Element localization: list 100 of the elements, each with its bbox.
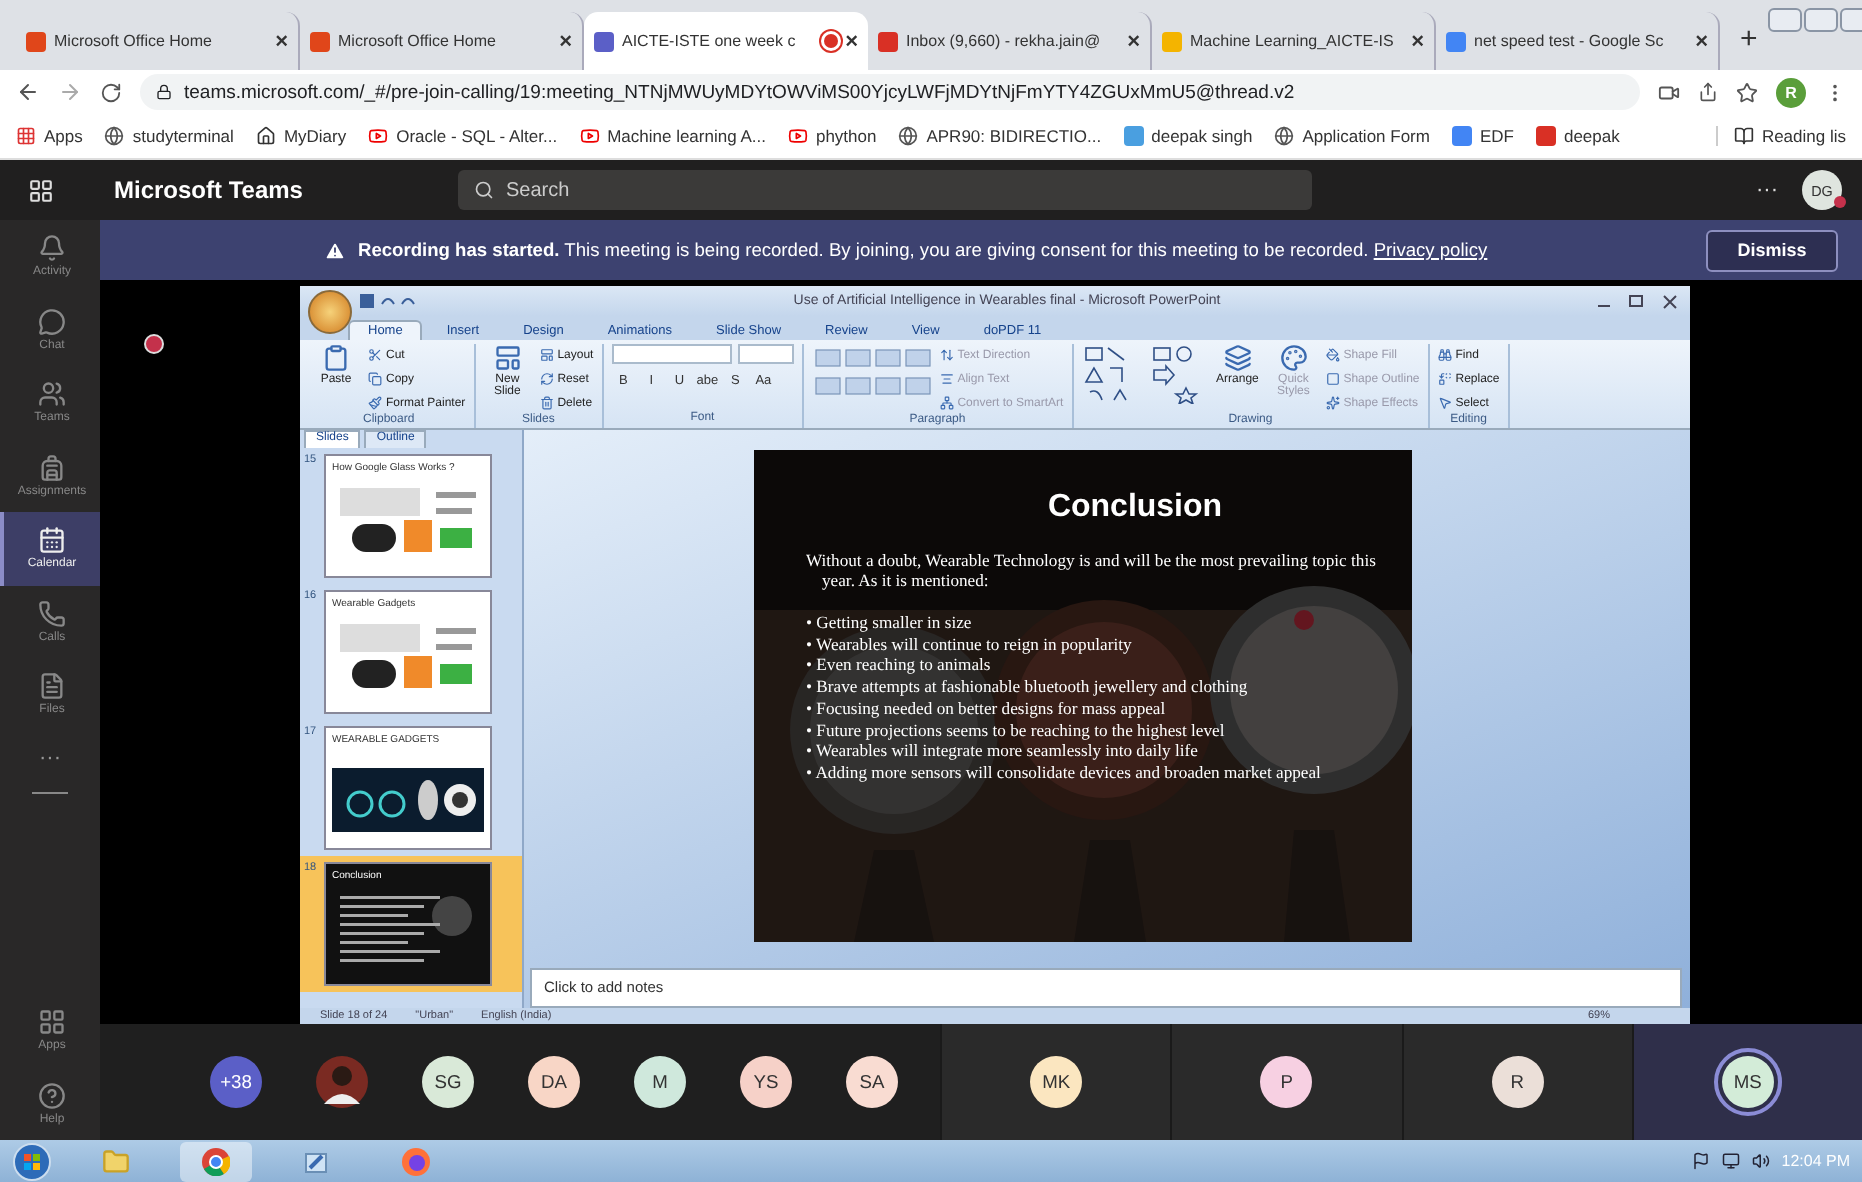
url-text: teams.microsoft.com/_#/pre-join-calling/19:meeting_NTNjMWUyMDYtOWViMS00YjcyLWFjMDYtNjFmYTY4ZGUxMmU5@thread.v2 bbox=[184, 81, 1295, 103]
mail-icon bbox=[878, 31, 898, 51]
participant-avatar: MK bbox=[1030, 1056, 1083, 1108]
clock: 12:04 PM bbox=[1781, 1152, 1850, 1170]
bookmark[interactable]: studyterminal bbox=[104, 126, 234, 146]
privacy-link[interactable]: Privacy policy bbox=[1373, 240, 1488, 260]
bookmark[interactable]: MyDiary bbox=[255, 126, 347, 146]
reload-icon[interactable] bbox=[100, 81, 122, 103]
recording-icon bbox=[823, 34, 838, 48]
brush-icon bbox=[368, 396, 382, 410]
office-icon bbox=[26, 31, 46, 51]
reading-list-button[interactable]: Reading lis bbox=[1715, 126, 1846, 146]
close-icon[interactable]: × bbox=[845, 29, 858, 53]
minimize-icon[interactable] bbox=[1768, 8, 1802, 32]
app-launcher-icon[interactable] bbox=[28, 177, 54, 203]
lock-icon bbox=[156, 84, 172, 100]
camera-icon[interactable] bbox=[1658, 81, 1680, 103]
slide-bullet: • Wearables will continue to reign in popularity bbox=[806, 633, 1134, 655]
font-size-field[interactable] bbox=[737, 344, 794, 364]
volume-icon[interactable] bbox=[1751, 1152, 1770, 1170]
palette-icon bbox=[1279, 344, 1308, 372]
close-icon[interactable]: × bbox=[1411, 29, 1424, 53]
globe-icon bbox=[104, 126, 125, 146]
participant-avatar[interactable]: DA bbox=[528, 1056, 580, 1108]
video-icon bbox=[368, 126, 389, 146]
maximize-icon[interactable] bbox=[1804, 8, 1838, 32]
delete-icon bbox=[539, 396, 554, 410]
participant-avatar: MS bbox=[1721, 1056, 1774, 1108]
book-icon bbox=[1733, 126, 1754, 146]
start-button[interactable] bbox=[12, 1141, 52, 1181]
slide-bullet: • Focusing needed on better designs for mass appeal bbox=[806, 697, 1168, 720]
video-icon bbox=[787, 126, 808, 146]
network-icon[interactable] bbox=[1721, 1152, 1740, 1170]
search-field[interactable]: Search bbox=[458, 170, 1312, 210]
browser-tab[interactable]: AICTE-ISTE one week c × bbox=[584, 12, 868, 70]
share-icon[interactable] bbox=[1698, 82, 1718, 102]
fill-icon bbox=[1325, 348, 1340, 362]
bookmark[interactable]: deepak singh bbox=[1123, 126, 1253, 146]
participant-tile[interactable]: MS bbox=[1631, 1024, 1862, 1140]
close-icon[interactable]: × bbox=[1127, 29, 1140, 53]
firefox-icon bbox=[402, 1147, 430, 1175]
participant-avatar[interactable]: YS bbox=[740, 1056, 792, 1108]
status-dot bbox=[1834, 196, 1846, 208]
globe-icon bbox=[898, 126, 919, 146]
bookmark[interactable]: Machine learning A... bbox=[579, 126, 766, 146]
outline-icon bbox=[1325, 372, 1340, 386]
more-button[interactable]: ··· bbox=[1756, 178, 1778, 202]
slide-bullet: • Even reaching to animals bbox=[806, 654, 993, 677]
slide-bullet: • Getting smaller in size bbox=[806, 611, 974, 634]
layout-icon bbox=[539, 348, 554, 362]
bookmark[interactable]: Application Form bbox=[1274, 126, 1430, 146]
folder-icon bbox=[102, 1147, 130, 1175]
grid-icon bbox=[16, 126, 36, 146]
apps-icon bbox=[38, 1008, 66, 1037]
font-name-field[interactable] bbox=[611, 344, 732, 364]
window-controls-drawing[interactable] bbox=[1594, 293, 1682, 309]
participant-count[interactable]: +38 bbox=[210, 1056, 262, 1108]
forward-icon[interactable] bbox=[58, 80, 82, 104]
diagram-icon bbox=[939, 396, 954, 410]
mail-icon bbox=[1535, 126, 1556, 146]
flag-icon[interactable] bbox=[1691, 1152, 1710, 1170]
effects-icon bbox=[1325, 396, 1340, 410]
google-icon bbox=[1451, 126, 1472, 146]
bookmark[interactable]: APR90: BIDIRECTIO... bbox=[898, 126, 1102, 146]
layers-icon bbox=[1223, 344, 1252, 372]
participant-avatar: P bbox=[1260, 1056, 1313, 1108]
slide-bullet: • Future projections seems to be reaching to the highest level bbox=[806, 719, 1227, 741]
star-icon[interactable] bbox=[1736, 81, 1758, 103]
bookmark[interactable]: EDF bbox=[1451, 126, 1514, 146]
bookmark[interactable]: Oracle - SQL - Alter... bbox=[368, 126, 558, 146]
warning-icon bbox=[324, 239, 346, 261]
bookmark[interactable]: Apps bbox=[16, 126, 83, 146]
find-icon bbox=[1437, 348, 1452, 362]
participant-avatar[interactable]: SA bbox=[846, 1056, 898, 1108]
office-button[interactable] bbox=[308, 289, 352, 333]
close-icon[interactable]: × bbox=[275, 29, 288, 53]
participant-tile[interactable]: R bbox=[1401, 1024, 1632, 1140]
taskbar-app[interactable] bbox=[180, 1141, 252, 1181]
close-icon[interactable]: × bbox=[559, 29, 572, 53]
bookmark[interactable]: phython bbox=[787, 126, 877, 146]
participant-tile[interactable]: MK bbox=[940, 1024, 1171, 1140]
people-icon bbox=[594, 31, 614, 51]
slide-bullet: • Wearables will integrate more seamlessly into daily life bbox=[806, 740, 1200, 763]
dismiss-button[interactable]: Dismiss bbox=[1706, 229, 1838, 271]
paint-icon bbox=[302, 1147, 330, 1175]
participant-avatar[interactable]: M bbox=[634, 1056, 686, 1108]
back-icon[interactable] bbox=[16, 80, 40, 104]
participant-avatar[interactable]: SG bbox=[422, 1056, 474, 1108]
avatar-icon bbox=[1123, 126, 1144, 146]
bookmark[interactable]: deepak bbox=[1535, 126, 1620, 146]
address-field[interactable]: teams.microsoft.com/_#/pre-join-calling/19:meeting_NTNjMWUyMDYtOWViMS00YjcyLWFjMDYtNjFmYTY4ZGUxMmU5@thread.v2 bbox=[140, 74, 1640, 110]
participant-tile[interactable]: P bbox=[1170, 1024, 1401, 1140]
more-button[interactable]: ··· bbox=[0, 731, 100, 783]
new-tab-button[interactable]: + bbox=[1740, 22, 1758, 56]
slide-icon bbox=[493, 344, 522, 372]
close-icon[interactable]: × bbox=[1695, 29, 1708, 53]
quick-access-drawing bbox=[360, 292, 420, 310]
clipboard-icon bbox=[322, 344, 350, 372]
chrome-icon bbox=[202, 1147, 230, 1175]
slide-bullet: • Brave attempts at fashionable bluetooth jewellery and clothing bbox=[806, 676, 1250, 698]
